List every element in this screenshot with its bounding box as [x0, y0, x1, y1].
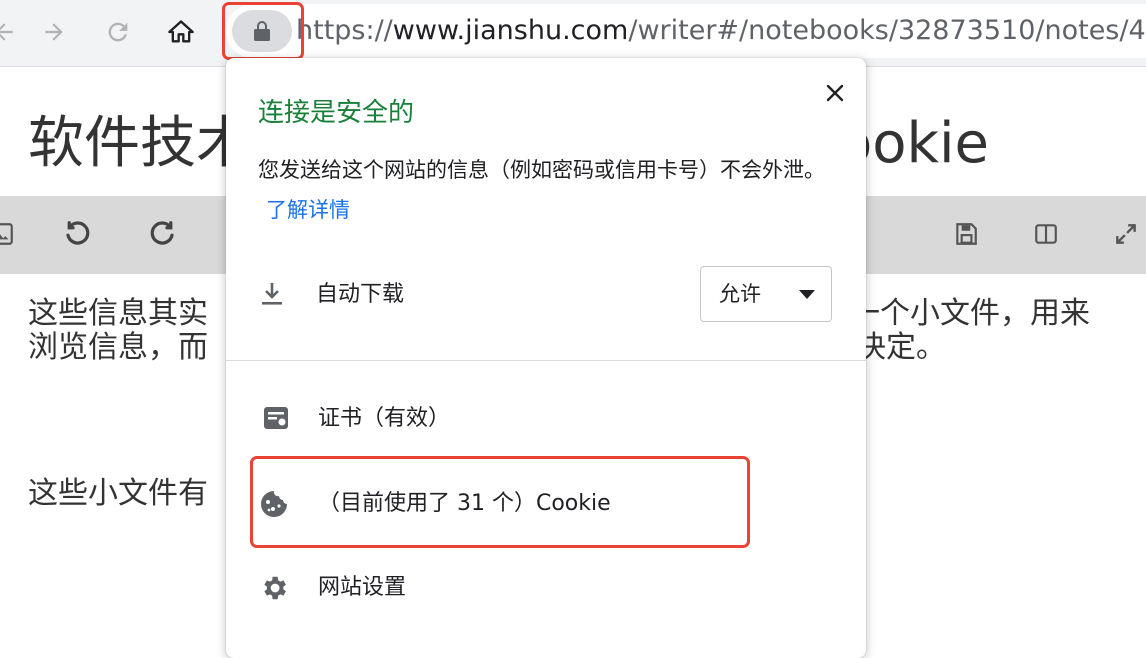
undo-icon[interactable]: [58, 214, 98, 254]
lock-icon: [254, 21, 270, 41]
site-settings-label[interactable]: 网站设置: [318, 573, 406, 603]
image-icon[interactable]: [0, 214, 22, 254]
note-title-left: 软件技术: [28, 111, 252, 176]
url-host: www.jianshu.com: [392, 15, 629, 46]
home-icon[interactable]: [163, 14, 199, 50]
chevron-down-icon: [799, 290, 815, 299]
body-line-3-left: 这些小文件有: [28, 476, 208, 511]
close-icon[interactable]: [820, 78, 850, 108]
body-line-2-right: 决定。: [856, 330, 946, 365]
connection-secure-title: 连接是安全的: [258, 98, 415, 128]
split-view-icon[interactable]: [1026, 214, 1066, 254]
url-text[interactable]: https://www.jianshu.com/writer#/notebook…: [296, 14, 1146, 48]
description-text: 您发送给这个网站的信息（例如密码或信用卡号）不会外泄。: [258, 158, 825, 182]
auto-download-value: 允许: [719, 282, 761, 306]
cookie-icon: [258, 488, 290, 520]
url-scheme: https://: [296, 15, 393, 46]
site-info-button[interactable]: [232, 10, 292, 52]
fullscreen-icon[interactable]: [1106, 214, 1146, 254]
download-icon: [256, 278, 288, 310]
url-path: /writer#/notebooks/32873510/notes/442: [628, 15, 1146, 46]
popup-divider: [226, 360, 866, 361]
redo-icon[interactable]: [142, 214, 182, 254]
reload-icon[interactable]: [100, 14, 136, 50]
cookies-label[interactable]: （目前使用了 31 个）Cookie: [318, 489, 611, 519]
auto-download-select[interactable]: 允许: [700, 266, 832, 322]
site-info-popup: 连接是安全的 您发送给这个网站的信息（例如密码或信用卡号）不会外泄。了解详情 自…: [226, 58, 866, 658]
auto-download-label: 自动下载: [316, 282, 405, 307]
certificate-icon: [260, 402, 292, 434]
browser-toolbar: https://www.jianshu.com/writer#/notebook…: [0, 0, 1146, 67]
gear-icon: [258, 572, 290, 604]
back-icon[interactable]: [0, 14, 22, 50]
forward-icon[interactable]: [36, 14, 72, 50]
connection-description: 您发送给这个网站的信息（例如密码或信用卡号）不会外泄。了解详情: [258, 150, 838, 230]
certificate-label[interactable]: 证书（有效）: [318, 404, 450, 434]
body-line-2-left: 浏览信息，而: [28, 330, 208, 365]
save-icon[interactable]: [946, 214, 986, 254]
learn-more-link[interactable]: 了解详情: [266, 198, 350, 222]
